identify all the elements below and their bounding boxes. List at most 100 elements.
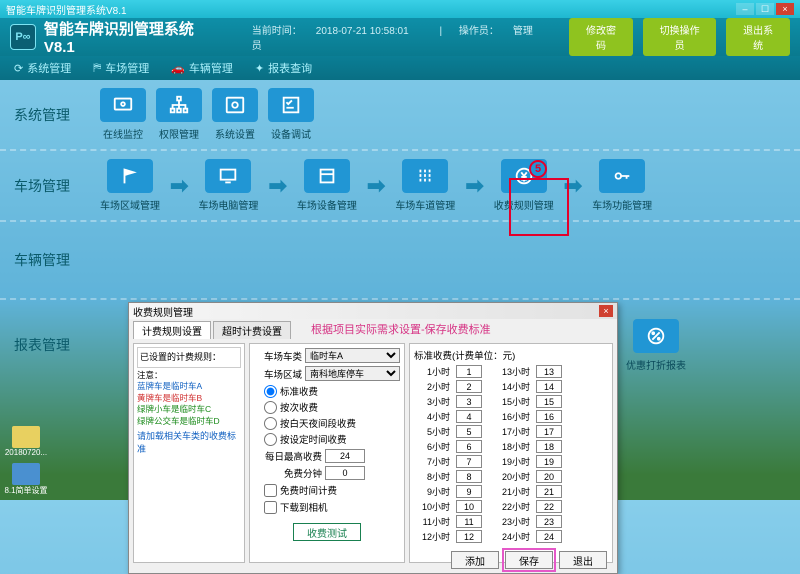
area-label: 车场区域	[254, 367, 302, 381]
nav-vehicle[interactable]: 🚗车辆管理	[171, 60, 233, 76]
load-standard-link[interactable]: 请加载相关车类的收费标准	[137, 429, 241, 455]
radio-times[interactable]: 按次收费	[264, 400, 400, 414]
rate-hour-label: 17小时	[488, 425, 530, 438]
item-park-device[interactable]: 车场设备管理	[297, 159, 357, 212]
fee-test-button[interactable]: 收费测试	[293, 523, 361, 541]
rate-value-input[interactable]	[456, 500, 482, 513]
desktop-icon-folder[interactable]: 20180720...	[4, 426, 48, 457]
radio-fixed[interactable]: 按设定时间收费	[264, 432, 400, 446]
rate-hour-label: 18小时	[488, 440, 530, 453]
annotation-five-marker: 5	[529, 160, 547, 178]
desktop-icon-doc[interactable]: 8.1简单设置	[4, 463, 48, 496]
tab-fee-rule[interactable]: 计费规则设置	[133, 321, 211, 339]
rate-hour-label: 3小时	[414, 395, 450, 408]
rate-value-input[interactable]	[536, 455, 562, 468]
daily-max-input[interactable]	[325, 449, 365, 463]
item-discount-report[interactable]: 优惠打折报表	[626, 319, 686, 372]
rate-value-input[interactable]	[536, 440, 562, 453]
arrow-icon: ➡	[465, 173, 483, 199]
rate-value-input[interactable]	[536, 500, 562, 513]
rate-value-input[interactable]	[456, 455, 482, 468]
nav-report[interactable]: ✦报表查询	[255, 60, 312, 76]
free-min-input[interactable]	[325, 466, 365, 480]
section-vehicle: 车辆管理	[0, 222, 800, 300]
item-device-debug[interactable]: 设备调试	[268, 88, 314, 141]
rate-hour-label: 1小时	[414, 365, 450, 378]
item-permission[interactable]: 权限管理	[156, 88, 202, 141]
device-icon	[304, 159, 350, 193]
monitor-icon	[100, 88, 146, 122]
window-min-button[interactable]: –	[736, 3, 754, 15]
rate-hour-label: 22小时	[488, 500, 530, 513]
rate-hour-label: 5小时	[414, 425, 450, 438]
rate-value-input[interactable]	[536, 530, 562, 543]
exit-system-button[interactable]: 退出系统	[726, 18, 790, 56]
nav-park[interactable]: ⛿车场管理	[93, 60, 149, 76]
item-park-lane[interactable]: 车场车道管理	[395, 159, 455, 212]
rate-value-input[interactable]	[536, 395, 562, 408]
window-max-button[interactable]: ☐	[756, 3, 774, 15]
rate-value-input[interactable]	[456, 395, 482, 408]
section-label: 车辆管理	[14, 250, 100, 270]
rate-hour-label: 24小时	[488, 530, 530, 543]
item-system-settings[interactable]: 系统设置	[212, 88, 258, 141]
item-park-function[interactable]: 车场功能管理	[592, 159, 652, 212]
section-label: 报表管理	[14, 335, 100, 355]
change-password-button[interactable]: 修改密码	[569, 18, 633, 56]
rate-header: 标准收费(计费单位：元)	[414, 348, 608, 362]
cartype-select[interactable]: 临时车A	[305, 348, 400, 363]
rate-hour-label: 23小时	[488, 515, 530, 528]
tab-overtime-fee[interactable]: 超时计费设置	[213, 321, 291, 339]
rate-hour-label: 4小时	[414, 410, 450, 423]
chk-free-calc[interactable]: 免费时间计费	[264, 483, 400, 497]
dialog-note: 根据项目实际需求设置-保存收费标准	[311, 321, 491, 339]
note-label: 注意：	[137, 370, 241, 381]
rate-value-input[interactable]	[536, 470, 562, 483]
note-line-blue: 蓝牌车是临时车A	[137, 381, 241, 392]
rate-value-input[interactable]	[456, 425, 482, 438]
folder-icon	[12, 426, 40, 448]
nav-system[interactable]: ⟳系统管理	[14, 60, 71, 76]
radio-daynight[interactable]: 按白天夜间段收费	[264, 416, 400, 430]
rate-value-input[interactable]	[536, 410, 562, 423]
rate-value-input[interactable]	[456, 365, 482, 378]
switch-operator-button[interactable]: 切换操作员	[643, 18, 717, 56]
radio-standard[interactable]: 标准收费	[264, 384, 400, 398]
rate-value-input[interactable]	[536, 515, 562, 528]
area-select[interactable]: 南科地库停车	[305, 366, 400, 381]
app-title: 智能车牌识别管理系统V8.1	[44, 18, 224, 56]
save-button[interactable]: 保存	[505, 551, 553, 569]
rate-hour-label: 12小时	[414, 530, 450, 543]
doc-icon	[12, 463, 40, 485]
item-park-pc[interactable]: 车场电脑管理	[198, 159, 258, 212]
rate-panel: 标准收费(计费单位：元) 1小时13小时2小时14小时3小时15小时4小时16小…	[409, 343, 613, 563]
item-park-area[interactable]: 车场区域管理	[100, 159, 160, 212]
window-titlebar: 智能车牌识别管理系统V8.1 – ☐ ×	[0, 0, 800, 18]
dialog-title: 收费规则管理	[133, 304, 193, 319]
app-header: P∞ 智能车牌识别管理系统V8.1 当前时间：2018-07-21 10:58:…	[0, 18, 800, 56]
rate-value-input[interactable]	[536, 365, 562, 378]
exit-button[interactable]: 退出	[559, 551, 607, 569]
rate-value-input[interactable]	[456, 530, 482, 543]
rate-hour-label: 14小时	[488, 380, 530, 393]
add-button[interactable]: 添加	[451, 551, 499, 569]
rate-value-input[interactable]	[456, 440, 482, 453]
item-online-monitor[interactable]: 在线监控	[100, 88, 146, 141]
dialog-close-button[interactable]: ×	[599, 305, 613, 317]
rate-value-input[interactable]	[536, 425, 562, 438]
rate-hour-label: 8小时	[414, 470, 450, 483]
window-close-button[interactable]: ×	[776, 3, 794, 15]
chk-download[interactable]: 下载到相机	[264, 500, 400, 514]
rules-list-panel: 已设置的计费规则： 注意： 蓝牌车是临时车A 黄牌车是临时车B 绿牌小车是临时车…	[133, 343, 245, 563]
discount-icon	[633, 319, 679, 353]
rate-value-input[interactable]	[536, 380, 562, 393]
rate-value-input[interactable]	[456, 485, 482, 498]
rate-value-input[interactable]	[456, 410, 482, 423]
rate-value-input[interactable]	[456, 380, 482, 393]
note-line-green: 绿牌小车是临时车C	[137, 404, 241, 415]
rate-value-input[interactable]	[536, 485, 562, 498]
rate-value-input[interactable]	[456, 515, 482, 528]
note-line-red: 黄牌车是临时车B	[137, 393, 241, 404]
rate-value-input[interactable]	[456, 470, 482, 483]
rate-hour-label: 19小时	[488, 455, 530, 468]
